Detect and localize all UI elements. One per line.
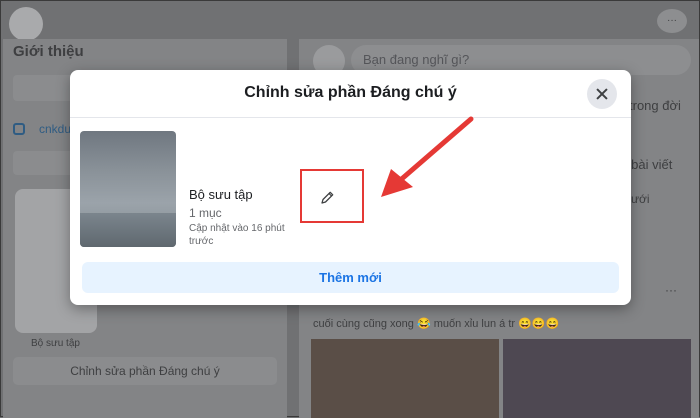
post-caption: cuối cùng cũng xong 😂 muốn xỉu lun á tr …	[313, 318, 560, 330]
dialog-title: Chỉnh sửa phần Đáng chú ý	[244, 84, 457, 101]
dialog-divider	[70, 117, 631, 118]
post-more-icon[interactable]: ···	[665, 283, 677, 297]
featured-collection-caption: Bộ sưu tập	[31, 338, 80, 349]
edit-featured-dialog: Chỉnh sửa phần Đáng chú ý Bộ sưu tập 1 m…	[70, 70, 631, 305]
red-arrow-icon	[381, 116, 474, 197]
collection-count: 1 mục	[189, 206, 222, 220]
more-options-icon[interactable]: ···	[657, 9, 687, 33]
thumbnail-sea	[80, 213, 176, 247]
intro-title: Giới thiệu	[13, 43, 84, 60]
edit-featured-button[interactable]: Chỉnh sửa phần Đáng chú ý	[13, 357, 277, 385]
collection-updated: Cập nhật vào 16 phút trước	[189, 223, 285, 247]
close-icon[interactable]	[587, 79, 617, 109]
background-text-1: trong đời	[629, 98, 681, 113]
pencil-icon[interactable]	[316, 187, 338, 209]
collection-thumbnail	[80, 131, 176, 247]
instagram-link[interactable]: cnkdu	[39, 122, 71, 136]
avatar[interactable]	[9, 7, 43, 41]
post-photo-1[interactable]	[311, 339, 499, 418]
background-text-3: ưới	[631, 192, 650, 206]
collection-name: Bộ sưu tập	[189, 187, 253, 202]
instagram-icon	[13, 123, 25, 135]
post-photo-2[interactable]	[503, 339, 691, 418]
add-new-button[interactable]: Thêm mới	[82, 262, 619, 293]
